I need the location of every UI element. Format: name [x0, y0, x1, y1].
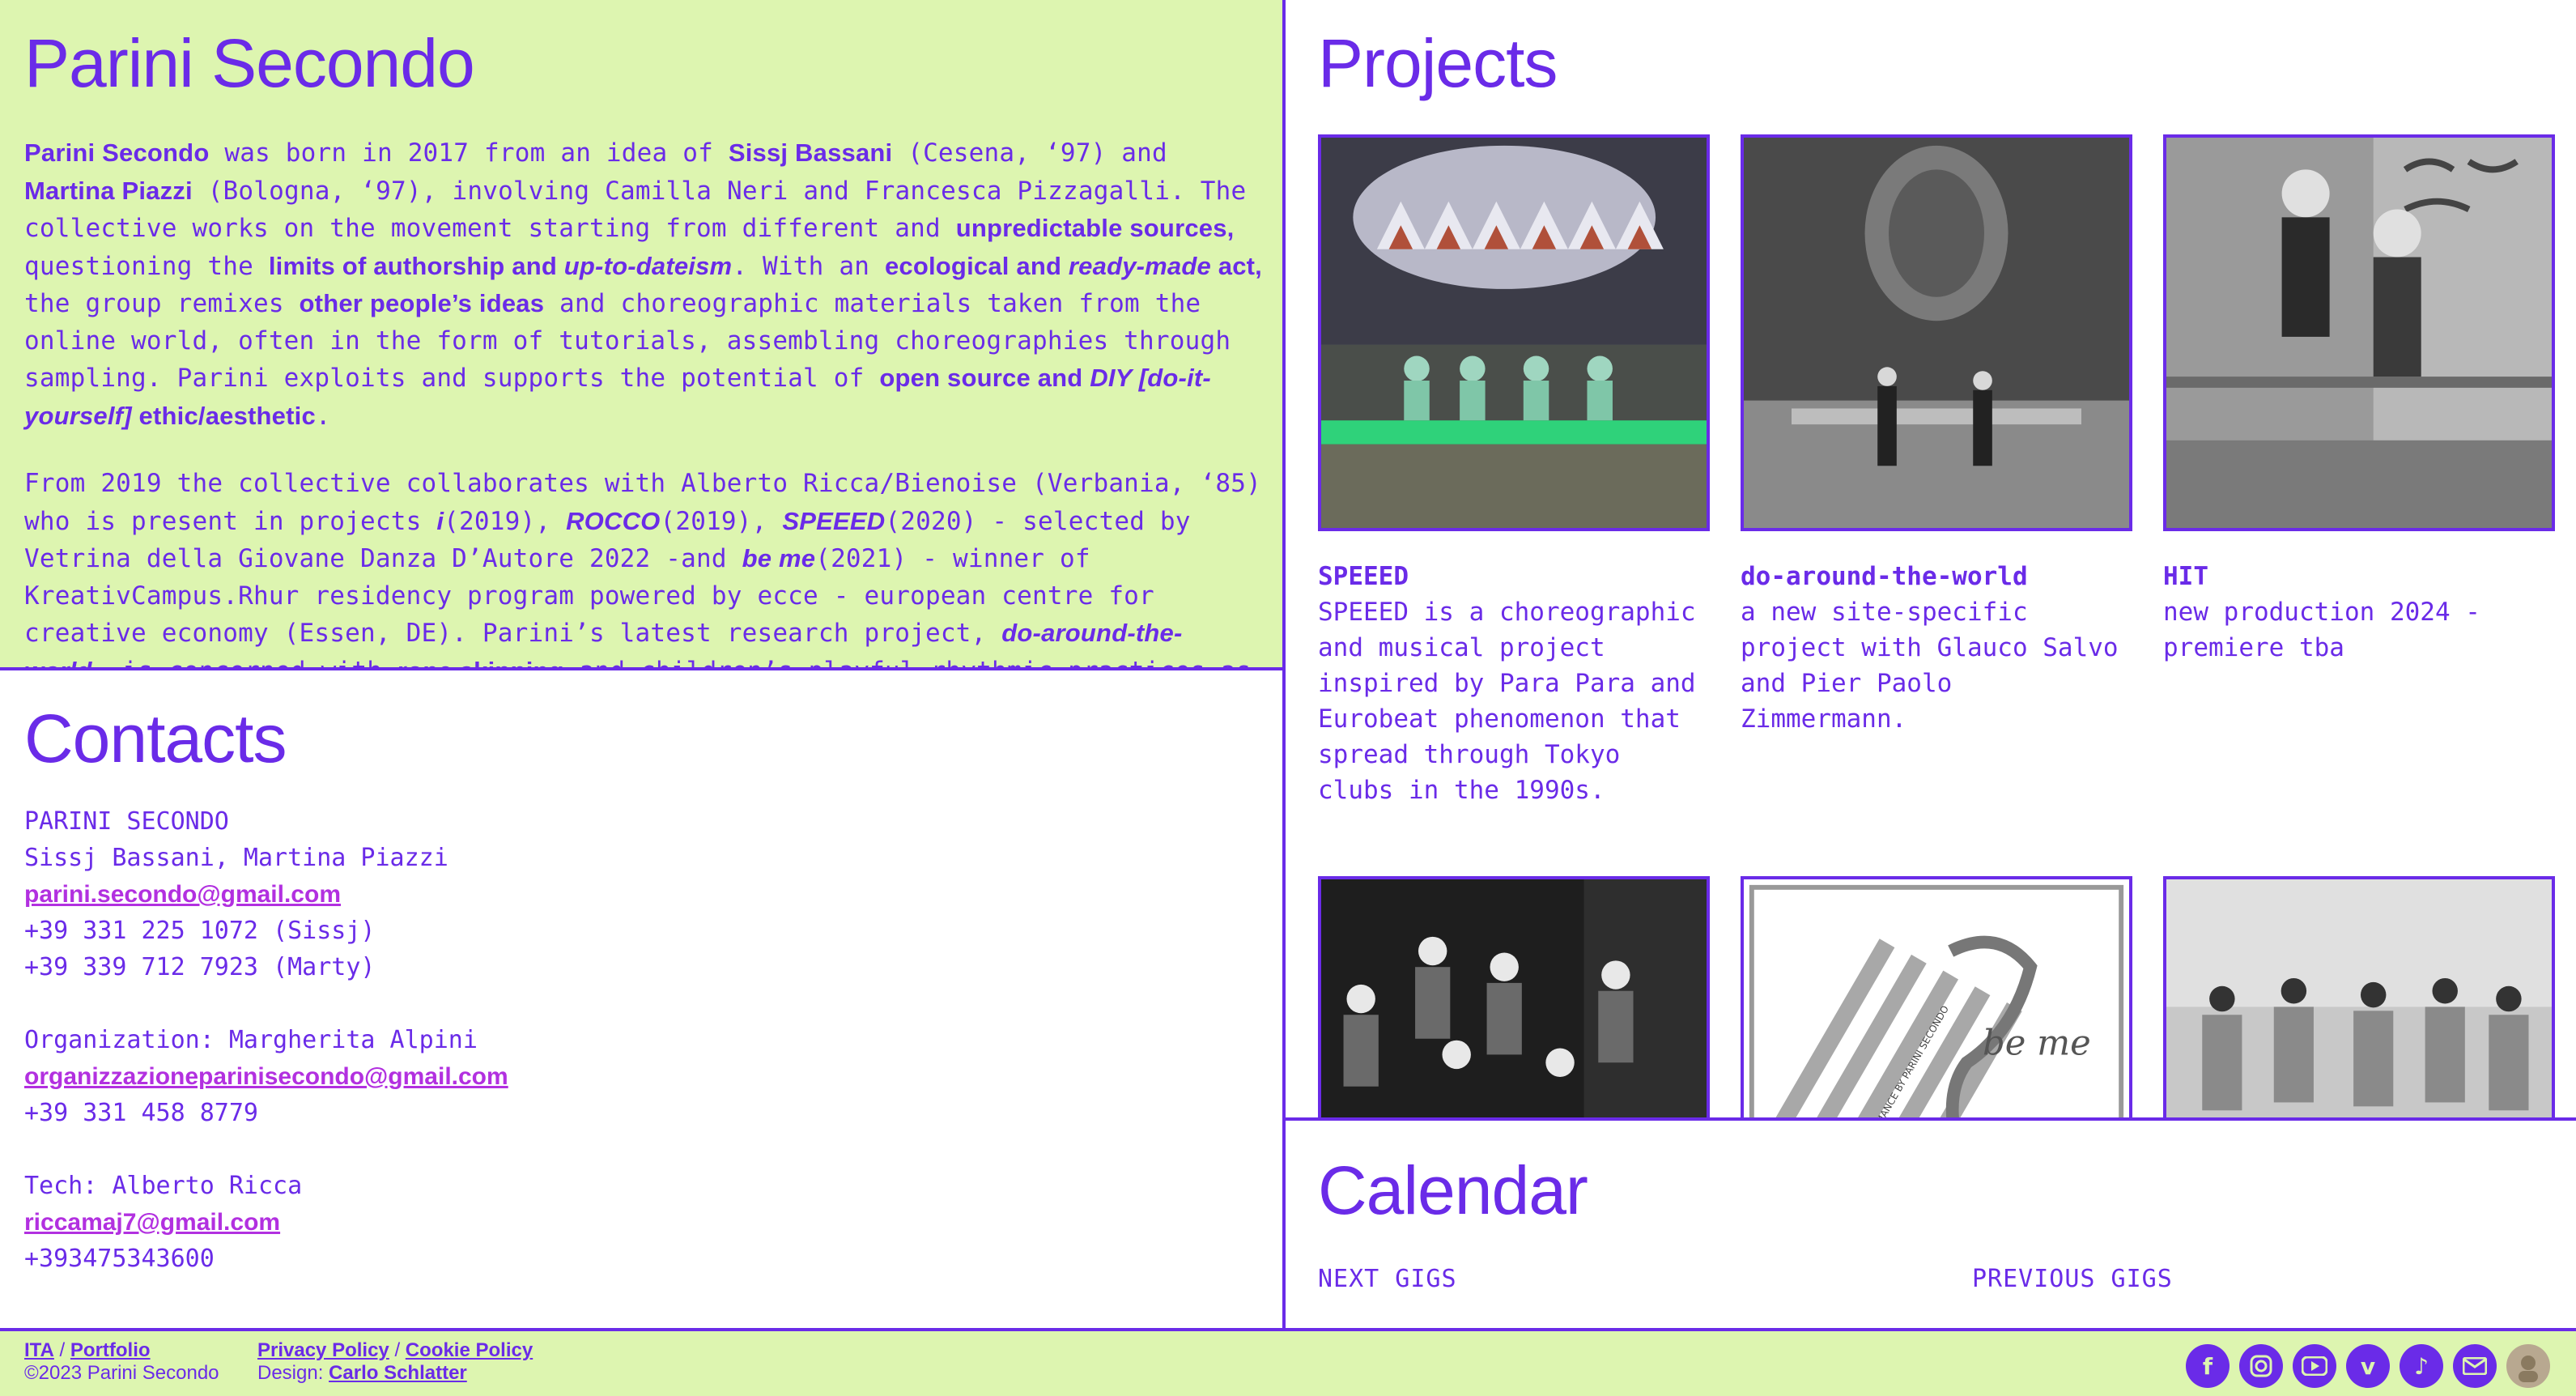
design-label: Design:: [257, 1362, 329, 1384]
about-paragraph-1: Parini Secondo was born in 2017 from an …: [24, 134, 1263, 435]
about-text-segment: rope skipping: [397, 656, 564, 670]
calendar-title: Calendar: [1318, 1152, 1588, 1228]
about-text-segment: unpredictable sources,: [955, 214, 1235, 242]
about-text-segment: Sissj Bassani: [728, 138, 893, 167]
project-desc-hit: new production 2024 - premiere tba: [2163, 598, 2480, 662]
organization-phone: +39 331 458 8779: [24, 1099, 258, 1127]
about-text-segment: ROCCO: [566, 506, 661, 535]
about-text-segment: questioning the: [24, 251, 269, 281]
project-desc-do-around-the-world: a new site-specific project with Glauco …: [1741, 598, 2119, 734]
project-image-hit[interactable]: [2163, 134, 2555, 531]
project-title-speeed[interactable]: SPEEED: [1318, 559, 1710, 594]
mail-icon[interactable]: [2453, 1344, 2497, 1388]
project-image-be-me[interactable]: be me A DANCE PERFORMANCE BY PARINI SECO…: [1741, 876, 2132, 1117]
project-desc-speeed: SPEEED is a choreographic and musical pr…: [1318, 598, 1696, 805]
about-text-segment: Parini Secondo: [24, 138, 210, 167]
organization-email-link[interactable]: organizzazioneparinisecondo@gmail.com: [24, 1058, 508, 1095]
project-title-hit[interactable]: HIT: [2163, 559, 2555, 594]
footer-separator: /: [389, 1339, 406, 1361]
about-text-segment: i: [436, 506, 444, 535]
about-text-segment: ethic/aesthetic: [131, 401, 316, 430]
about-text-segment: was born in 2017 from an idea of: [209, 138, 729, 168]
footer-middle: Privacy Policy / Cookie Policy Design: C…: [257, 1339, 533, 1385]
project-card-group-photo[interactable]: [2163, 876, 2555, 1117]
about-text-segment: (Cesena, ‘97) and: [892, 138, 1167, 168]
contacts-section: Contacts PARINI SECONDO Sissj Bassani, M…: [0, 670, 1286, 1331]
about-text-segment: Martina Piazzi: [24, 176, 193, 205]
footer-left: ITA / Portfolio ©2023 Parini Secondo: [24, 1339, 219, 1385]
about-text-segment: the group remixes: [24, 289, 300, 318]
about-text-segment: .: [315, 401, 331, 431]
contact-company: PARINI SECONDO: [24, 807, 229, 836]
about-paragraph-2: From 2019 the collective collaborates wi…: [24, 466, 1263, 670]
tech-phone: +393475343600: [24, 1245, 215, 1273]
instagram-icon[interactable]: [2239, 1344, 2283, 1388]
project-card-hit[interactable]: HIT new production 2024 - premiere tba: [2163, 134, 2555, 666]
project-image-do-around-the-world[interactable]: [1741, 134, 2132, 531]
project-card-be-me[interactable]: be me A DANCE PERFORMANCE BY PARINI SECO…: [1741, 876, 2132, 1117]
be-me-poster-text: be me: [1983, 1023, 2091, 1063]
about-text-segment: open source and: [879, 364, 1090, 392]
project-image-speeed[interactable]: [1318, 134, 1710, 531]
language-link-ita[interactable]: ITA: [24, 1339, 54, 1361]
about-text-segment: be me: [742, 544, 816, 572]
about-section: Parini Secondo Parini Secondo was born i…: [0, 0, 1286, 670]
about-text-segment: (2019),: [444, 506, 567, 536]
copyright-text: ©2023 Parini Secondo: [24, 1362, 219, 1384]
about-text-segment: other people’s ideas: [299, 289, 545, 317]
contact-people: Sissj Bassani, Martina Piazzi: [24, 844, 448, 872]
avatar-icon[interactable]: [2506, 1344, 2550, 1388]
project-image-rocco[interactable]: [1318, 876, 1710, 1117]
project-card-do-around-the-world[interactable]: do-around-the-world a new site-specific …: [1741, 134, 2132, 737]
project-card-rocco[interactable]: [1318, 876, 1710, 1117]
about-text-segment: ecological and: [884, 251, 1069, 280]
about-text-segment: SPEEED: [782, 506, 886, 535]
previous-gigs-label: PREVIOUS GIGS: [1972, 1265, 2173, 1293]
tiktok-icon[interactable]: ♪: [2400, 1344, 2443, 1388]
project-title-do-around-the-world[interactable]: do-around-the-world: [1741, 559, 2132, 594]
footer: ITA / Portfolio ©2023 Parini Secondo Pri…: [0, 1328, 2576, 1396]
about-text-segment: ready-made: [1068, 251, 1211, 280]
organization-label: Organization: Margherita Alpini: [24, 1026, 478, 1054]
about-text-segment: up-to-dateism: [563, 251, 733, 280]
about-text-segment: limits of authorship and: [268, 251, 564, 280]
next-gigs-label: NEXT GIGS: [1318, 1265, 1457, 1293]
about-text-segment: . With an: [732, 251, 885, 281]
portfolio-link[interactable]: Portfolio: [70, 1339, 151, 1361]
about-text-segment: , is concerned with: [92, 657, 397, 668]
contact-phone-marty: +39 339 712 7923 (Marty): [24, 953, 376, 981]
footer-separator: /: [53, 1339, 70, 1361]
contacts-title: Contacts: [24, 700, 287, 777]
youtube-icon[interactable]: [2293, 1344, 2336, 1388]
calendar-section: Calendar NEXT GIGS PREVIOUS GIGS: [1286, 1121, 2576, 1331]
privacy-policy-link[interactable]: Privacy Policy: [257, 1339, 389, 1361]
cookie-policy-link[interactable]: Cookie Policy: [406, 1339, 533, 1361]
contact-phone-sissj: +39 331 225 1072 (Sissj): [24, 917, 376, 945]
projects-section: Projects SPEEED SPEEED is a choreographi…: [1286, 0, 2576, 1121]
about-text-segment: act,: [1210, 251, 1262, 280]
contact-email-link[interactable]: parini.secondo@gmail.com: [24, 876, 508, 913]
project-card-speeed[interactable]: SPEEED SPEEED is a choreographic and mus…: [1318, 134, 1710, 808]
tech-email-link[interactable]: riccamaj7@gmail.com: [24, 1204, 508, 1241]
project-image-group-photo[interactable]: [2163, 876, 2555, 1117]
tech-label: Tech: Alberto Ricca: [24, 1172, 303, 1200]
about-title: Parini Secondo: [24, 25, 475, 101]
facebook-icon[interactable]: f: [2186, 1344, 2230, 1388]
projects-title: Projects: [1318, 25, 1558, 101]
about-text-segment: (2019),: [660, 506, 783, 536]
designer-link[interactable]: Carlo Schlatter: [329, 1362, 467, 1384]
vimeo-icon[interactable]: v: [2346, 1344, 2390, 1388]
